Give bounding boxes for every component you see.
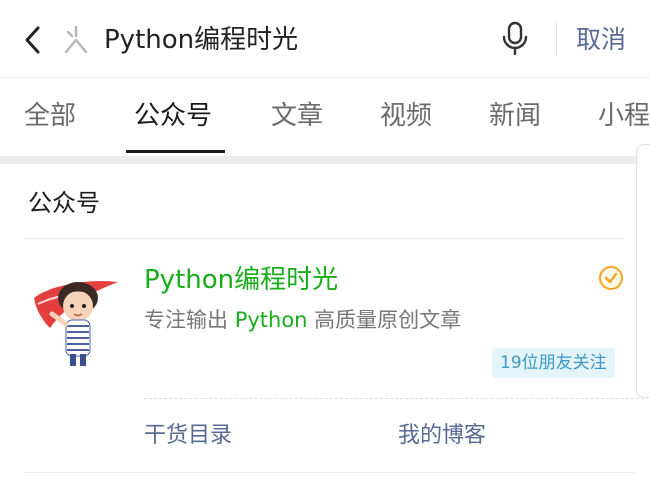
account-avatar[interactable] xyxy=(28,268,122,368)
tab-official-accounts[interactable]: 公众号 xyxy=(134,98,212,134)
account-name[interactable]: Python编程时光 xyxy=(144,262,338,298)
divider xyxy=(24,472,634,473)
section-separator xyxy=(0,156,650,164)
description-text: 专注输出 xyxy=(144,308,235,332)
friends-following-badge: 19位朋友关注 xyxy=(492,348,615,378)
tab-mini-programs[interactable]: 小程 xyxy=(598,98,650,134)
tab-videos[interactable]: 视频 xyxy=(380,98,432,134)
link-goods-catalog[interactable]: 干货目录 xyxy=(144,420,232,452)
scroll-frame xyxy=(636,144,650,398)
tab-news[interactable]: 新闻 xyxy=(489,98,541,134)
divider xyxy=(556,22,557,56)
cancel-button[interactable]: 取消 xyxy=(576,22,626,58)
search-bar: Python编程时光 取消 xyxy=(0,0,650,78)
description-text: 高质量原创文章 xyxy=(307,308,462,332)
verified-icon xyxy=(598,265,624,291)
active-tab-indicator xyxy=(126,150,225,153)
account-description: 专注输出 Python 高质量原创文章 xyxy=(144,304,461,336)
search-input[interactable]: Python编程时光 xyxy=(104,22,298,58)
microphone-icon[interactable] xyxy=(500,20,530,58)
sogou-search-icon xyxy=(60,24,92,56)
section-title: 公众号 xyxy=(28,189,100,217)
divider xyxy=(144,398,644,399)
back-icon[interactable] xyxy=(18,22,48,58)
divider xyxy=(24,238,624,239)
tab-bar: 全部 公众号 文章 视频 新闻 小程 xyxy=(0,78,650,156)
description-highlight: Python xyxy=(234,308,308,332)
tab-all[interactable]: 全部 xyxy=(24,98,76,134)
tab-articles[interactable]: 文章 xyxy=(271,98,323,134)
link-my-blog[interactable]: 我的博客 xyxy=(398,420,486,452)
